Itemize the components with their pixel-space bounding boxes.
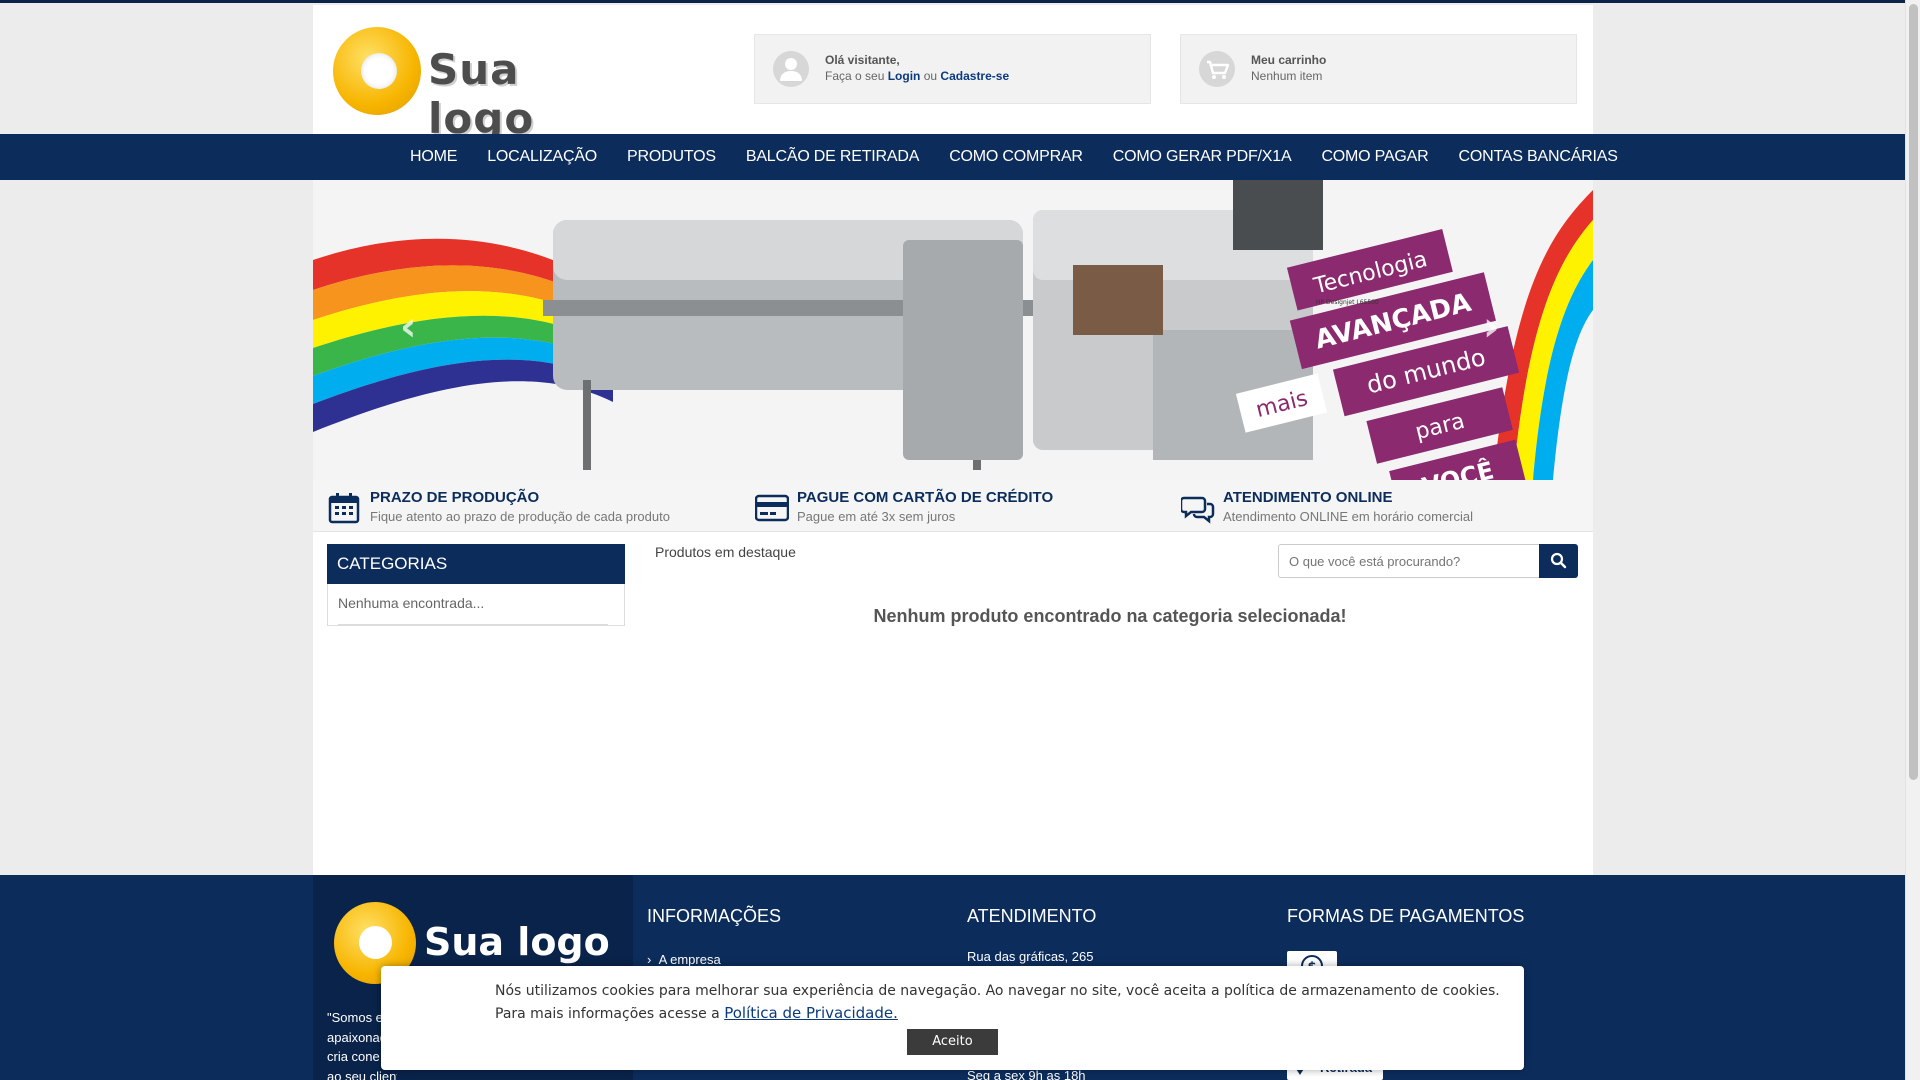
privacy-policy-link[interactable]: Política de Privacidade. bbox=[724, 1004, 898, 1022]
login-link[interactable]: Login bbox=[888, 69, 921, 83]
signup-link[interactable]: Cadastre-se bbox=[940, 69, 1009, 83]
calendar-icon bbox=[328, 492, 360, 524]
chat-icon bbox=[1179, 492, 1215, 524]
categories-empty: Nenhuma encontrada... bbox=[338, 595, 485, 611]
feature-subtitle: Fique atento ao prazo de produção de cad… bbox=[370, 509, 670, 524]
nav-item-5[interactable]: COMO GERAR PDF/X1A bbox=[1098, 148, 1307, 166]
search-icon bbox=[1550, 552, 1567, 569]
cart-status: Nenhum item bbox=[1251, 69, 1323, 83]
feature-subtitle: Pague em até 3x sem juros bbox=[797, 509, 956, 524]
nav-item-7[interactable]: CONTAS BANCÁRIAS bbox=[1444, 148, 1633, 166]
nav-item-6[interactable]: COMO PAGAR bbox=[1306, 148, 1443, 166]
categories-list: Nenhuma encontrada... bbox=[327, 584, 625, 626]
hero-banner: Tecnologia AVANÇADA mais do mundo para V… bbox=[313, 180, 1593, 480]
logo-ring-icon bbox=[333, 27, 421, 115]
user-icon bbox=[773, 51, 809, 87]
page-scrollbar[interactable] bbox=[1905, 0, 1920, 1080]
banner-graphic: Tecnologia AVANÇADA mais do mundo para V… bbox=[313, 180, 1593, 480]
empty-products-message: Nenhum produto encontrado na categoria s… bbox=[873, 606, 1347, 626]
footer-info-title: INFORMAÇÕES bbox=[647, 906, 782, 926]
login-prefix: Faça o seu bbox=[825, 69, 885, 83]
cookie-message: Nós utilizamos cookies para melhorar sua… bbox=[495, 983, 1500, 999]
main-nav: HOME LOCALIZAÇÃO PRODUTOS BALCÃO DE RETIRAD… bbox=[0, 134, 1905, 180]
footer-link-empresa[interactable]: › A empresa bbox=[647, 952, 721, 967]
feature-title: PAGUE COM CARTÃO DE CRÉDITO bbox=[797, 489, 1054, 506]
cookie-accept-button[interactable]: Aceito bbox=[907, 1029, 998, 1055]
feature-title: ATENDIMENTO ONLINE bbox=[1223, 489, 1393, 506]
carousel-prev-button[interactable]: ‹ bbox=[400, 304, 416, 350]
scrollbar-thumb[interactable] bbox=[1909, 4, 1918, 780]
printer-label: HP Designjet L65500 bbox=[1316, 299, 1379, 306]
carousel-next-button[interactable]: › bbox=[1483, 304, 1499, 350]
cart-icon bbox=[1199, 51, 1235, 87]
cookie-more-prefix: Para mais informações acesse a bbox=[495, 1006, 720, 1022]
search-input[interactable] bbox=[1278, 544, 1540, 578]
visitor-actions: Faça o seu Login ou Cadastre-se bbox=[825, 69, 1009, 83]
cookie-more-info: Para mais informações acesse a Política … bbox=[495, 1004, 898, 1022]
footer-payments-title: FORMAS DE PAGAMENTOS bbox=[1287, 906, 1525, 926]
nav-item-0[interactable]: HOME bbox=[395, 148, 472, 166]
search-form bbox=[1278, 544, 1578, 578]
credit-card-icon bbox=[754, 492, 790, 524]
footer-address: Rua das gráficas, 265 bbox=[967, 949, 1094, 964]
feature-title: PRAZO DE PRODUÇÃO bbox=[370, 489, 540, 506]
feature-bar: PRAZO DE PRODUÇÃO Fique atento ao prazo … bbox=[313, 480, 1593, 532]
nav-item-1[interactable]: LOCALIZAÇÃO bbox=[472, 148, 612, 166]
site-logo[interactable]: Sua logo bbox=[333, 25, 618, 143]
divider bbox=[338, 624, 608, 625]
top-accent-line bbox=[0, 0, 1905, 3]
nav-item-4[interactable]: COMO COMPRAR bbox=[934, 148, 1098, 166]
nav-item-3[interactable]: BALCÃO DE RETIRADA bbox=[731, 148, 934, 166]
cookie-banner: Nós utilizamos cookies para melhorar sua… bbox=[381, 966, 1524, 1070]
featured-products-label: Produtos em destaque bbox=[655, 544, 796, 560]
or-text: ou bbox=[923, 69, 938, 83]
search-button[interactable] bbox=[1539, 544, 1578, 578]
logo-text: Sua logo bbox=[428, 45, 535, 143]
footer-atendimento-title: ATENDIMENTO bbox=[967, 906, 1097, 926]
footer-link-label: A empresa bbox=[658, 952, 721, 967]
feature-subtitle: Atendimento ONLINE em horário comercial bbox=[1223, 509, 1473, 524]
visitor-greeting: Olá visitante, bbox=[825, 53, 900, 67]
categories-header: CATEGORIAS bbox=[327, 544, 625, 584]
visitor-box: Olá visitante, Faça o seu Login ou Cadas… bbox=[754, 34, 1151, 104]
cart-box[interactable]: Meu carrinho Nenhum item bbox=[1180, 34, 1577, 104]
footer-logo-text: Sua logo bbox=[424, 920, 610, 964]
nav-item-2[interactable]: PRODUTOS bbox=[612, 148, 731, 166]
cart-title: Meu carrinho bbox=[1251, 53, 1327, 67]
